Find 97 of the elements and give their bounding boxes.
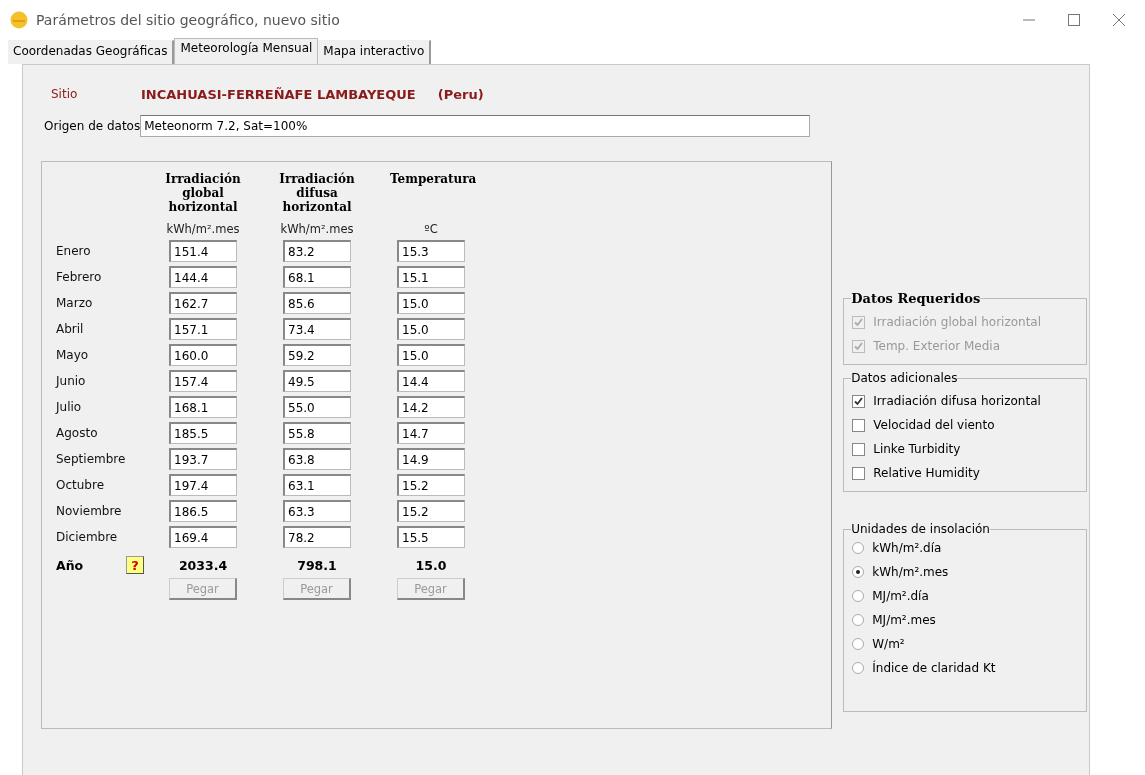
site-label: Sitio bbox=[51, 87, 79, 101]
radio-button[interactable] bbox=[852, 662, 865, 674]
year-label: Año bbox=[56, 557, 84, 573]
month-label: Septiembre bbox=[56, 452, 127, 466]
value-field[interactable]: 14.2 bbox=[397, 396, 465, 418]
value-field[interactable]: 83.2 bbox=[283, 240, 351, 262]
group-title: Unidades de insolación bbox=[851, 522, 990, 536]
selected-radio-button[interactable] bbox=[852, 566, 865, 578]
month-label: Febrero bbox=[56, 270, 103, 284]
help-button[interactable]: ? bbox=[126, 556, 144, 574]
month-label: Marzo bbox=[56, 296, 94, 310]
value-field[interactable]: 73.4 bbox=[283, 318, 351, 340]
value-field[interactable]: 63.1 bbox=[283, 474, 351, 496]
value-field[interactable]: 15.2 bbox=[397, 474, 465, 496]
checkbox[interactable] bbox=[852, 418, 866, 432]
value-field[interactable]: 49.5 bbox=[283, 370, 351, 392]
maximize-icon bbox=[1067, 14, 1080, 26]
value-field[interactable]: 15.5 bbox=[397, 526, 465, 548]
value-field[interactable]: 14.9 bbox=[397, 448, 465, 470]
value-field[interactable]: 78.2 bbox=[283, 526, 351, 548]
radio-label: kWh/m².mes bbox=[872, 565, 949, 579]
radio-button[interactable] bbox=[852, 614, 865, 626]
radio-label: MJ/m².día bbox=[872, 589, 929, 603]
value-field[interactable]: 193.7 bbox=[169, 448, 237, 470]
value-field[interactable]: 162.7 bbox=[169, 292, 237, 314]
radio-label: MJ/m².mes bbox=[872, 613, 936, 627]
value-field[interactable]: 14.7 bbox=[397, 422, 465, 444]
value-field[interactable]: 151.4 bbox=[169, 240, 237, 262]
checkbox-label: Linke Turbidity bbox=[873, 442, 961, 456]
year-total: 15.0 bbox=[414, 557, 448, 573]
month-label: Noviembre bbox=[56, 504, 123, 518]
value-field[interactable]: 63.8 bbox=[283, 448, 351, 470]
value-field[interactable]: 197.4 bbox=[169, 474, 237, 496]
value-field[interactable]: 157.4 bbox=[169, 370, 237, 392]
value-field[interactable]: 59.2 bbox=[283, 344, 351, 366]
checkbox-label: Irradiación difusa horizontal bbox=[873, 394, 1041, 408]
tab[interactable]: Meteorología Mensual bbox=[174, 38, 319, 64]
minimize-icon bbox=[1022, 19, 1035, 21]
value-field[interactable]: 55.0 bbox=[283, 396, 351, 418]
radio-label: kWh/m².día bbox=[872, 541, 942, 555]
month-label: Enero bbox=[56, 244, 92, 258]
value-field[interactable]: 15.3 bbox=[397, 240, 465, 262]
value-field[interactable]: 85.6 bbox=[283, 292, 351, 314]
value-field[interactable]: 144.4 bbox=[169, 266, 237, 288]
value-field[interactable]: 55.8 bbox=[283, 422, 351, 444]
value-field[interactable]: 160.0 bbox=[169, 344, 237, 366]
checkbox-label: Temp. Exterior Media bbox=[873, 339, 1000, 353]
window-title: Parámetros del sitio geográfico, nuevo sitio bbox=[36, 12, 341, 28]
value-field[interactable]: 68.1 bbox=[283, 266, 351, 288]
value-field[interactable]: 169.4 bbox=[169, 526, 237, 548]
value-field[interactable]: 15.0 bbox=[397, 344, 465, 366]
column-heading: Temperatura bbox=[389, 172, 478, 186]
value-field[interactable]: 15.0 bbox=[397, 292, 465, 314]
checkbox-label: Irradiación global horizontal bbox=[873, 315, 1042, 329]
month-label: Diciembre bbox=[56, 530, 119, 544]
radio-label: Índice de claridad Kt bbox=[872, 661, 996, 675]
year-total: 2033.4 bbox=[177, 557, 229, 573]
group-title: Datos adicionales bbox=[851, 371, 958, 385]
column-heading: Irradiación difusa horizontal bbox=[278, 172, 356, 214]
value-field[interactable]: 186.5 bbox=[169, 500, 237, 522]
checkbox[interactable] bbox=[852, 442, 866, 456]
data-source-field[interactable]: Meteonorm 7.2, Sat=100% bbox=[140, 115, 811, 137]
value-field[interactable]: 185.5 bbox=[169, 422, 237, 444]
value-field[interactable]: 157.1 bbox=[169, 318, 237, 340]
group-title: Datos Requeridos bbox=[851, 291, 981, 306]
month-label: Abril bbox=[56, 322, 85, 336]
checkbox-label: Velocidad del viento bbox=[873, 418, 995, 432]
radio-button[interactable] bbox=[852, 542, 865, 554]
month-label: Junio bbox=[56, 374, 87, 388]
value-field[interactable]: 15.1 bbox=[397, 266, 465, 288]
radio-label: W/m² bbox=[872, 637, 905, 651]
year-total: 798.1 bbox=[296, 557, 338, 573]
tab[interactable]: Coordenadas Geográficas bbox=[8, 40, 175, 64]
value-field[interactable]: 168.1 bbox=[169, 396, 237, 418]
column-heading: Irradiación global horizontal bbox=[164, 172, 242, 214]
month-label: Julio bbox=[56, 400, 83, 414]
app-logo-icon bbox=[10, 11, 28, 29]
unit-label: kWh/m².mes bbox=[165, 222, 241, 236]
data-source-label: Origen de datos bbox=[44, 119, 141, 133]
site-country: (Peru) bbox=[437, 86, 484, 102]
value-field[interactable]: 15.0 bbox=[397, 318, 465, 340]
value-field[interactable]: 15.2 bbox=[397, 500, 465, 522]
tab[interactable]: Mapa interactivo bbox=[318, 40, 432, 64]
checkbox[interactable] bbox=[852, 466, 866, 480]
value-field[interactable]: 63.3 bbox=[283, 500, 351, 522]
unit-label: kWh/m².mes bbox=[279, 222, 355, 236]
month-label: Mayo bbox=[56, 348, 90, 362]
site-name: INCAHUASI-FERREÑAFE LAMBAYEQUE bbox=[141, 86, 416, 102]
close-icon bbox=[1112, 14, 1125, 26]
value-field[interactable]: 14.4 bbox=[397, 370, 465, 392]
radio-button[interactable] bbox=[852, 590, 865, 602]
checked-checkbox[interactable] bbox=[852, 394, 866, 408]
unit-label: ºC bbox=[423, 222, 439, 236]
month-label: Agosto bbox=[56, 426, 99, 440]
checkbox-label: Relative Humidity bbox=[873, 466, 980, 480]
month-label: Octubre bbox=[56, 478, 106, 492]
radio-button[interactable] bbox=[852, 638, 865, 650]
